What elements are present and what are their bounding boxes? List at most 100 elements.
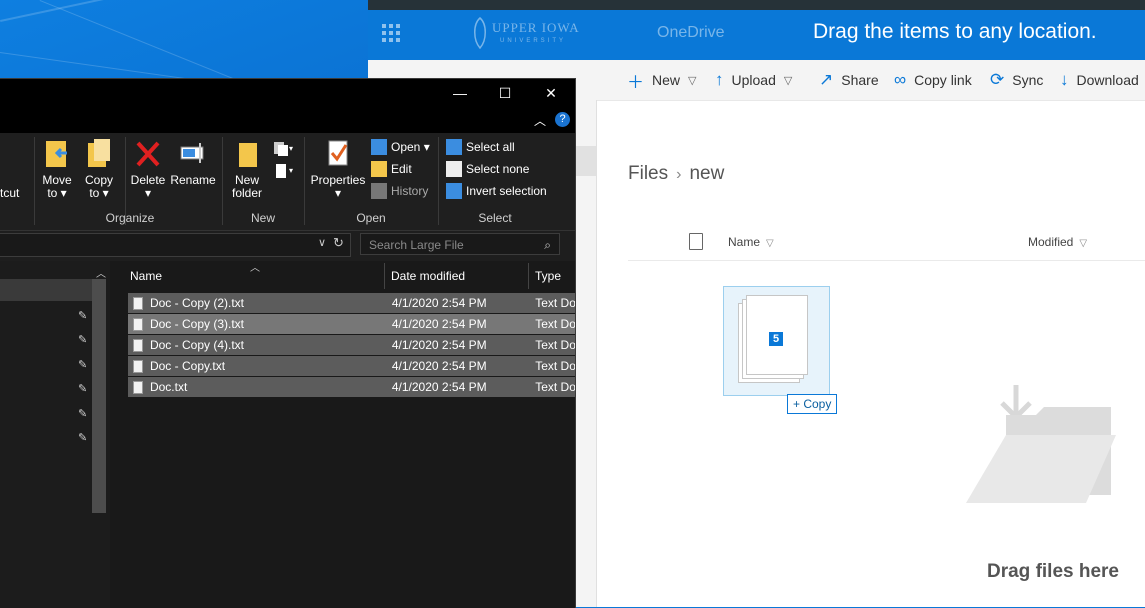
new-item-icon[interactable]: ▾ xyxy=(273,141,293,156)
pin-icon: ✎ xyxy=(78,334,88,346)
easy-access-icon[interactable]: ▾ xyxy=(273,163,293,178)
chevron-down-icon: ▽ xyxy=(1079,238,1088,249)
rename-button[interactable]: Rename xyxy=(170,137,216,187)
name-column-header[interactable]: Name ▽ xyxy=(728,235,774,249)
open-icon xyxy=(371,139,387,155)
share-icon: ↗ xyxy=(819,70,834,89)
share-button[interactable]: ↗ Share xyxy=(819,60,879,100)
close-button[interactable]: ✕ xyxy=(528,79,574,109)
breadcrumb: Files › new xyxy=(628,163,724,185)
app-launcher-icon[interactable] xyxy=(382,24,400,42)
pin-icon: ✎ xyxy=(78,408,88,420)
file-name: Doc - Copy (3).txt xyxy=(149,317,244,331)
properties-button[interactable]: Properties ▾ xyxy=(310,137,366,200)
invert-selection-icon xyxy=(446,183,462,199)
file-type: Text Do xyxy=(535,359,575,373)
select-none-icon xyxy=(446,161,462,177)
copy-to-button[interactable]: Copy to ▾ xyxy=(82,137,116,200)
copy-folder-icon xyxy=(88,139,110,167)
scroll-up-icon[interactable]: ︿ xyxy=(96,265,106,280)
new-folder-button[interactable]: New folder xyxy=(228,137,266,200)
file-date: 4/1/2020 2:54 PM xyxy=(391,296,487,310)
download-button[interactable]: ↓ Download xyxy=(1060,60,1139,100)
type-column-header[interactable]: Type xyxy=(535,269,561,283)
file-name: Doc - Copy.txt xyxy=(149,359,226,373)
help-icon[interactable]: ? xyxy=(555,112,570,127)
text-file-icon xyxy=(133,359,143,373)
search-input[interactable]: Search Large File ⌕ xyxy=(360,233,560,255)
breadcrumb-separator-icon: › xyxy=(676,166,682,183)
drop-zone-text: Drag files here xyxy=(987,561,1119,582)
file-row[interactable]: Doc - Copy (4).txt 4/1/2020 2:54 PM Text… xyxy=(128,335,575,355)
drag-count-badge: 5 xyxy=(769,332,783,346)
text-file-icon xyxy=(133,296,143,310)
university-logo[interactable]: UPPER IOWA UNIVERSITY xyxy=(470,16,580,50)
ribbon-tab-strip: ︿ ? xyxy=(0,109,575,133)
delete-x-icon xyxy=(136,141,160,167)
browser-top-strip xyxy=(368,0,1145,10)
file-type-icon[interactable] xyxy=(689,233,703,250)
invert-selection-button[interactable]: Invert selection xyxy=(446,181,547,201)
file-type: Text Do xyxy=(535,317,575,331)
drag-instruction-banner: Drag the items to any location. xyxy=(813,20,1097,43)
refresh-icon[interactable]: ↻ xyxy=(333,235,344,251)
chevron-down-icon: ▽ xyxy=(766,238,774,249)
sync-button[interactable]: ⟳ Sync xyxy=(990,60,1043,100)
file-name: Doc - Copy (2).txt xyxy=(149,296,244,310)
minimize-button[interactable]: — xyxy=(437,79,483,109)
svg-text:▾: ▾ xyxy=(289,144,293,153)
nav-scrollbar[interactable] xyxy=(92,279,106,513)
ribbon: rtcut Moveto ▾ Copyto ▾ Delete▾ Rename O… xyxy=(0,133,575,231)
date-modified-column-header[interactable]: Date modified xyxy=(391,269,465,283)
sort-ascending-icon: ︿ xyxy=(250,263,260,274)
pin-icon: ✎ xyxy=(78,359,88,371)
file-row[interactable]: Doc - Copy (2).txt 4/1/2020 2:54 PM Text… xyxy=(128,293,575,313)
file-list: ︿ Name Date modified Type Doc - Copy (2)… xyxy=(110,261,575,608)
file-type: Text Do xyxy=(535,338,575,352)
history-button[interactable]: History xyxy=(371,181,428,201)
university-seal-icon xyxy=(474,17,486,50)
upload-label: Upload xyxy=(731,72,776,88)
modified-column-header[interactable]: Modified ▽ xyxy=(1028,235,1087,249)
copy-tip-label: Copy xyxy=(803,397,832,411)
file-type: Text Do xyxy=(535,380,575,394)
file-row[interactable]: Doc.txt 4/1/2020 2:54 PM Text Do xyxy=(128,377,575,397)
new-button[interactable]: ＋ New ▽ xyxy=(627,60,696,100)
selected-nav-item[interactable] xyxy=(0,279,92,301)
pin-icon: ✎ xyxy=(78,310,88,322)
copy-link-button[interactable]: ∞ Copy link xyxy=(894,60,972,100)
file-name: Doc.txt xyxy=(149,380,188,394)
app-name[interactable]: OneDrive xyxy=(657,24,725,42)
search-placeholder: Search Large File xyxy=(369,238,464,252)
navigation-pane: ︿ ✎ ✎ ✎ ✎ ✎ ✎ xyxy=(0,261,110,608)
breadcrumb-files[interactable]: Files xyxy=(628,163,668,184)
maximize-button[interactable]: ☐ xyxy=(482,79,528,109)
search-icon: ⌕ xyxy=(544,238,551,252)
select-none-button[interactable]: Select none xyxy=(446,159,529,179)
upload-button[interactable]: ↑ Upload ▽ xyxy=(715,60,792,100)
paste-shortcut-button[interactable]: rtcut xyxy=(0,187,19,200)
text-file-icon xyxy=(133,380,143,394)
open-button[interactable]: Open ▾ xyxy=(371,137,430,157)
drag-preview: 5 xyxy=(723,286,830,396)
file-date: 4/1/2020 2:54 PM xyxy=(391,380,487,394)
file-row[interactable]: Doc - Copy.txt 4/1/2020 2:54 PM Text Do xyxy=(128,356,575,376)
move-to-button[interactable]: Move to ▾ xyxy=(40,137,74,200)
new-label: New xyxy=(652,72,681,88)
select-all-button[interactable]: Select all xyxy=(446,137,515,157)
edit-button[interactable]: Edit xyxy=(371,159,412,179)
onedrive-header: UPPER IOWA UNIVERSITY OneDrive Drag the … xyxy=(368,10,1145,60)
chevron-up-icon[interactable]: ︿ xyxy=(534,112,546,129)
file-name: Doc - Copy (4).txt xyxy=(149,338,244,352)
move-folder-icon xyxy=(46,141,67,167)
properties-check-icon xyxy=(328,140,348,166)
edit-pencil-icon xyxy=(371,161,387,177)
address-bar[interactable]: ∨ ↻ xyxy=(0,233,351,257)
chevron-down-icon[interactable]: ∨ xyxy=(318,236,326,249)
file-row[interactable]: Doc - Copy (3).txt 4/1/2020 2:54 PM Text… xyxy=(128,314,575,334)
download-label: Download xyxy=(1076,72,1139,88)
select-all-icon xyxy=(446,139,462,155)
organize-group-label: Organize xyxy=(105,211,155,225)
delete-button[interactable]: Delete ▾ xyxy=(130,137,166,200)
name-column-header[interactable]: Name xyxy=(130,269,162,283)
